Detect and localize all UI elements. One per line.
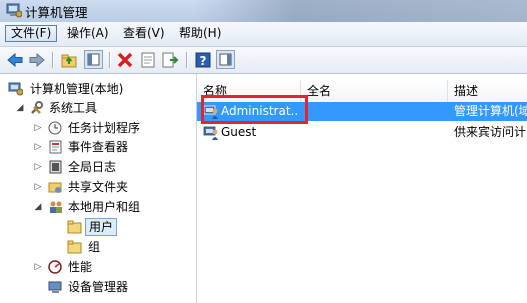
- back-arrow-icon[interactable]: [6, 51, 24, 69]
- folder-icon: [67, 220, 82, 234]
- expanded-arrow-icon[interactable]: ◢: [15, 99, 25, 117]
- up-folder-icon[interactable]: [60, 51, 78, 69]
- menu-view[interactable]: 查看(V): [118, 25, 170, 42]
- user-description: 管理计算机(域): [454, 104, 527, 118]
- collapsed-arrow-icon[interactable]: ▷: [33, 119, 43, 137]
- toolbar-separator: [109, 52, 111, 68]
- collapsed-arrow-icon[interactable]: ▷: [33, 138, 43, 156]
- user-icon: [203, 125, 219, 140]
- help-icon[interactable]: ?: [194, 51, 212, 69]
- user-name: Administrat...: [221, 104, 299, 118]
- tree-item-users[interactable]: 用户: [0, 218, 196, 236]
- properties-icon[interactable]: [139, 51, 157, 69]
- column-header-fullname[interactable]: 全名: [301, 80, 448, 102]
- event-log-icon: [48, 140, 63, 154]
- menu-file[interactable]: 文件(F): [5, 25, 58, 42]
- tree-item-label: 用户: [85, 218, 118, 236]
- column-header-name[interactable]: 名称: [197, 80, 301, 102]
- user-icon: [203, 104, 219, 119]
- tree-item-sys-log[interactable]: ▷ 全局日志: [0, 158, 196, 176]
- computer-management-icon: [8, 82, 24, 96]
- column-header-description[interactable]: 描述: [448, 80, 527, 102]
- computer-management-icon: [6, 3, 23, 18]
- toolbar-separator: [52, 52, 54, 68]
- tree-item-label: 系统工具: [49, 101, 98, 115]
- tree-item-groups[interactable]: 组: [0, 238, 196, 256]
- tree-item-local-users-groups[interactable]: ◢ 本地用户和组: [0, 198, 196, 216]
- tree-item-device-manager[interactable]: 设备管理器: [0, 278, 196, 296]
- menu-bar: 文件(F) 操作(A) 查看(V) 帮助(H): [0, 22, 527, 47]
- tree-item-system-tools[interactable]: ◢ 系统工具: [0, 99, 196, 117]
- tree-item-task-scheduler[interactable]: ▷ 任务计划程序: [0, 119, 196, 137]
- tree-item-performance[interactable]: ▷ 性能: [0, 258, 196, 276]
- list-item-guest[interactable]: Guest 供来宾访问计: [197, 123, 527, 142]
- folder-icon: [67, 240, 82, 254]
- tree-item-label: 共享文件夹: [68, 180, 129, 194]
- user-description: 供来宾访问计: [454, 125, 527, 139]
- title-bar[interactable]: 计算机管理: [0, 0, 527, 22]
- window-title: 计算机管理: [25, 5, 88, 20]
- tree-item-label: 事件查看器: [68, 140, 129, 154]
- tree-item-label: 任务计划程序: [68, 121, 141, 135]
- device-manager-icon: [48, 280, 63, 294]
- tree-item-label: 设备管理器: [68, 280, 129, 294]
- clock-icon: [48, 121, 63, 135]
- tree-item-label: 计算机管理(本地): [30, 82, 124, 96]
- list-item-administrator[interactable]: Administrat... 管理计算机(域): [197, 102, 527, 121]
- menu-action[interactable]: 操作(A): [62, 25, 114, 42]
- list-header: 名称 全名 描述: [197, 80, 527, 103]
- show-hide-action-pane-icon[interactable]: [216, 50, 235, 69]
- svg-text:?: ?: [200, 54, 207, 68]
- users-group-icon: [48, 200, 63, 214]
- tree-item-label: 全局日志: [68, 160, 117, 174]
- tree-item-shared-folders[interactable]: ▷ 共享文件夹: [0, 178, 196, 196]
- collapsed-arrow-icon[interactable]: ▷: [33, 258, 43, 276]
- menu-help[interactable]: 帮助(H): [174, 25, 226, 42]
- tree-item-label: 组: [88, 240, 101, 254]
- collapsed-arrow-icon[interactable]: ▷: [33, 158, 43, 176]
- title-bar-glass: [195, 0, 527, 22]
- performance-icon: [48, 260, 63, 274]
- console-tree: 计算机管理(本地) ◢ 系统工具 ▷ 任务计划程序 ▷ 事件查看器 ▷ 全局日志…: [0, 74, 197, 303]
- export-list-icon[interactable]: [161, 51, 179, 69]
- tree-item-root[interactable]: 计算机管理(本地): [0, 80, 196, 98]
- show-hide-tree-icon[interactable]: [84, 50, 103, 69]
- toolbar-separator: [186, 52, 188, 68]
- users-list-view: 名称 全名 描述 Administrat... 管理计算机(域) Guest 供…: [197, 74, 527, 303]
- tree-item-label: 本地用户和组: [68, 200, 141, 214]
- tree-item-event-viewer[interactable]: ▷ 事件查看器: [0, 138, 196, 156]
- log-icon: [48, 160, 63, 174]
- user-name: Guest: [221, 125, 257, 139]
- toolbar: ?: [0, 47, 527, 74]
- tree-item-label: 性能: [68, 260, 93, 274]
- collapsed-arrow-icon[interactable]: ▷: [33, 178, 43, 196]
- shared-folder-icon: [48, 180, 63, 194]
- tools-icon: [29, 101, 44, 115]
- expanded-arrow-icon[interactable]: ◢: [33, 198, 43, 216]
- forward-arrow-icon[interactable]: [28, 51, 46, 69]
- delete-icon[interactable]: [116, 51, 134, 69]
